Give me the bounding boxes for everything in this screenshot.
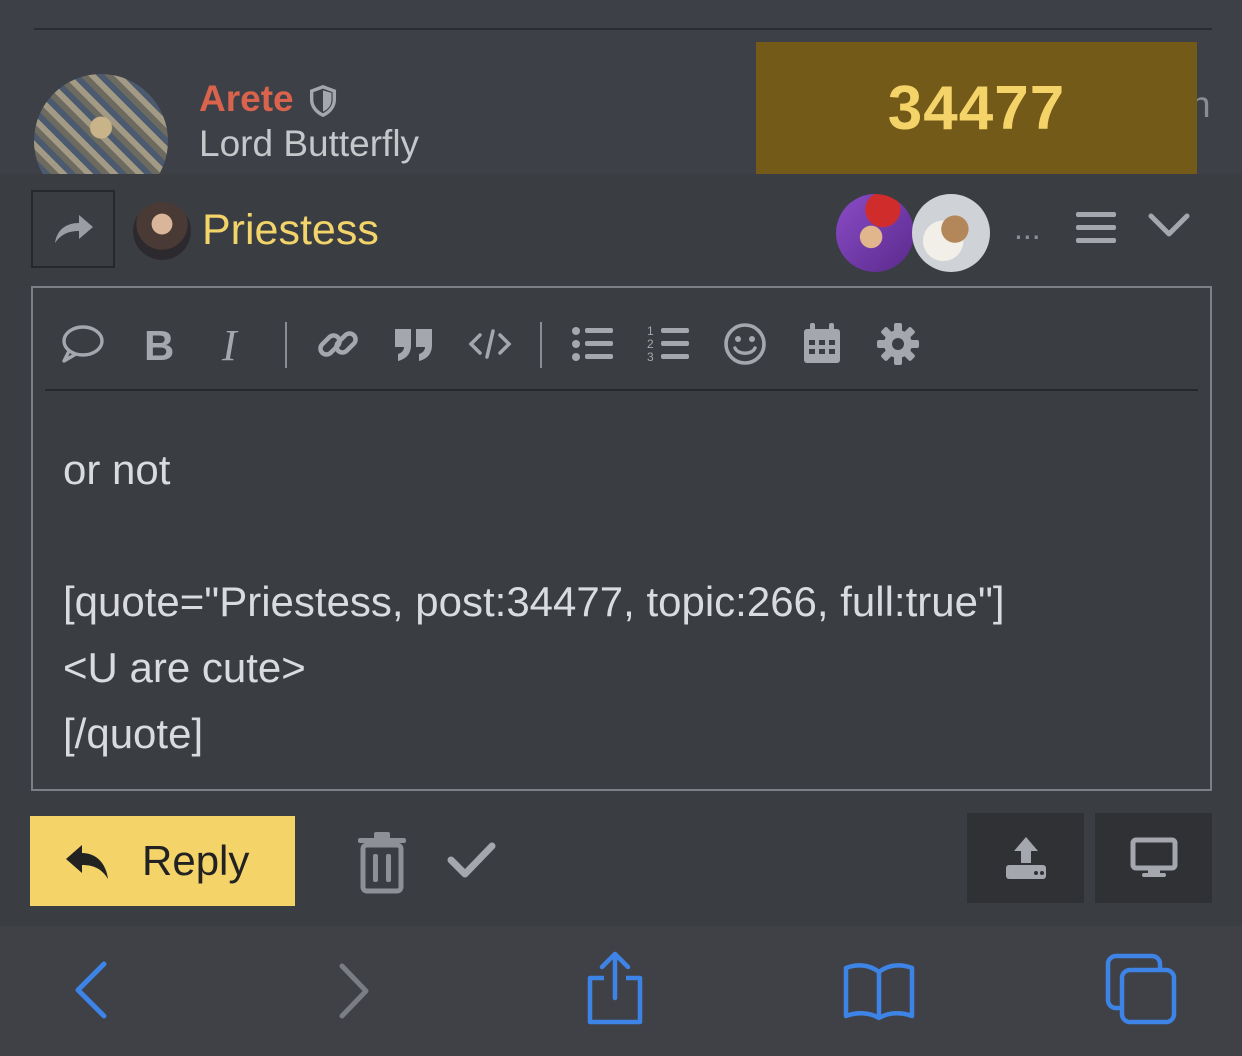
svg-text:B: B: [144, 322, 174, 367]
code-icon[interactable]: [464, 318, 516, 370]
participant-avatar[interactable]: [912, 194, 990, 272]
participant-avatar[interactable]: [836, 194, 914, 272]
forward-icon[interactable]: [334, 962, 374, 1020]
post-number: 34477: [887, 73, 1066, 143]
bulleted-list-icon[interactable]: [566, 318, 618, 370]
toolbar-divider: [45, 389, 1198, 391]
reply-button-label: Reply: [142, 837, 250, 884]
upload-button[interactable]: [967, 813, 1084, 903]
svg-text:2: 2: [647, 337, 654, 351]
reply-target-name[interactable]: Priestess: [202, 206, 379, 255]
svg-text:1: 1: [647, 324, 654, 338]
toolbar-separator: [285, 322, 287, 368]
menu-icon[interactable]: [1074, 208, 1118, 248]
editor-text-line[interactable]: [/quote]: [63, 710, 203, 758]
post-number-overlay: 34477: [756, 42, 1197, 174]
back-icon[interactable]: [72, 960, 112, 1020]
reply-target-avatar[interactable]: [133, 202, 191, 260]
editor-text-line[interactable]: <U are cute>: [63, 644, 306, 692]
reply-to-button[interactable]: [31, 190, 115, 268]
share-icon[interactable]: [584, 950, 646, 1026]
reply-arrow-icon: [66, 845, 108, 879]
desktop-icon: [1130, 837, 1177, 877]
svg-text:3: 3: [647, 350, 654, 364]
chevron-down-icon[interactable]: [1147, 210, 1191, 244]
tabs-icon[interactable]: [1104, 952, 1178, 1026]
trash-icon[interactable]: [354, 830, 410, 894]
post-author-name[interactable]: Arete: [199, 78, 294, 120]
toggle-preview-button[interactable]: [1095, 813, 1212, 903]
more-participants[interactable]: ...: [1014, 210, 1041, 247]
reply-button[interactable]: Reply: [30, 816, 295, 906]
share-arrow-icon: [55, 215, 93, 243]
link-icon[interactable]: [312, 318, 364, 370]
emoji-icon[interactable]: [719, 318, 771, 370]
check-icon[interactable]: [446, 838, 496, 882]
upload-icon: [1005, 837, 1046, 879]
editor-text-line[interactable]: [quote="Priestess, post:34477, topic:266…: [63, 578, 1005, 626]
svg-text:I: I: [221, 321, 239, 367]
speech-bubble-icon[interactable]: [56, 318, 108, 370]
numbered-list-icon[interactable]: 123: [642, 318, 694, 370]
editor-text-line[interactable]: or not: [63, 446, 170, 494]
calendar-icon[interactable]: [796, 318, 848, 370]
shield-icon: [309, 85, 337, 118]
bold-icon[interactable]: B: [133, 318, 185, 370]
italic-icon[interactable]: I: [209, 318, 261, 370]
quote-icon[interactable]: [388, 318, 440, 370]
toolbar-separator: [540, 322, 542, 368]
gear-icon[interactable]: [872, 318, 924, 370]
bookmarks-icon[interactable]: [842, 960, 916, 1022]
user-title: Lord Butterfly: [199, 123, 420, 164]
divider: [34, 28, 1212, 30]
